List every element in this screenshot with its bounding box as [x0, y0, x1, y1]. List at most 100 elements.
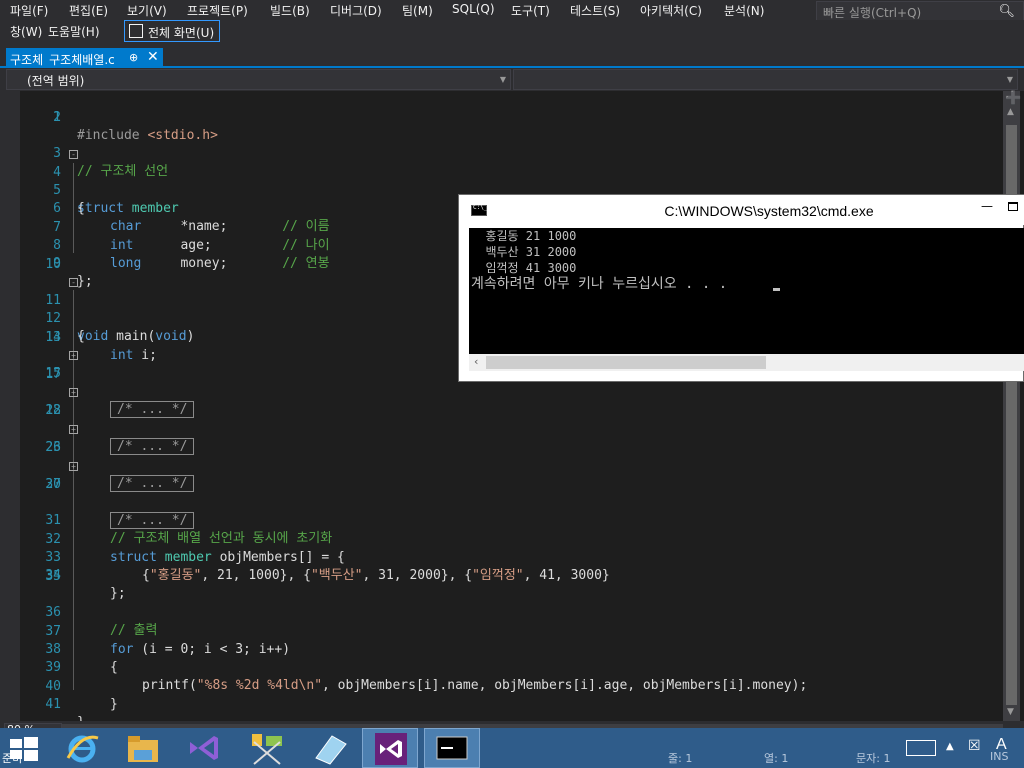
console-line: 홍길동 21 1000 [471, 229, 577, 243]
taskbar-visual-studio[interactable] [176, 728, 232, 768]
cmd-window-title: C:\WINDOWS\system32\cmd.exe [664, 203, 874, 219]
document-tab-strip: 구조체_구조체배열.c ⊕ ✕ ▼ [0, 42, 1024, 102]
code-line: 27 + /* ... */ [0, 458, 1000, 529]
scope-dropdown[interactable]: (전역 범위) ▼ [6, 69, 511, 90]
quick-launch-placeholder: 빠른 실행(Ctrl+Q) [823, 6, 922, 20]
line-number: 2 [53, 110, 61, 125]
collapse-icon[interactable]: - [69, 278, 78, 287]
taskbar-notepad[interactable] [302, 728, 358, 768]
line-number: 22 [45, 403, 61, 418]
split-icon[interactable]: ➕ [1005, 91, 1021, 106]
tab-active-document[interactable]: 구조체_구조체배열.c ⊕ ✕ [6, 48, 163, 68]
scope-label: (전역 범위) [27, 74, 85, 88]
menu-help[interactable]: 도움말(H) [48, 23, 100, 40]
menu-project[interactable]: 프로젝트(P) [187, 2, 248, 19]
taskbar-cmd-active[interactable] [424, 728, 480, 768]
code-line: 38 { [0, 623, 1000, 675]
vertical-scrollbar[interactable]: ➕ ▲ ▼ [1003, 91, 1021, 721]
console-line: 계속하려면 아무 키나 누르십시오 . . . [471, 276, 736, 292]
code-line: 40 } [0, 660, 1000, 712]
chevron-down-icon: ▼ [1006, 75, 1013, 84]
menu-file[interactable]: 파일(F) [10, 2, 48, 19]
menu-tools[interactable]: 도구(T) [511, 2, 550, 19]
taskbar-internet-explorer[interactable] [56, 728, 112, 768]
search-icon[interactable]: 🔍︎ [998, 4, 1015, 19]
tab-underline [0, 66, 1024, 68]
menu-bar-row2: 창(W) 도움말(H) 전체 화면(U) [0, 20, 1024, 42]
expand-icon[interactable]: + [69, 388, 78, 397]
internet-explorer-icon [66, 735, 99, 763]
start-button[interactable]: 준비 [0, 728, 56, 768]
taskbar-file-explorer[interactable] [114, 728, 170, 768]
line-number: 41 [45, 697, 61, 712]
code-line: 36 // 출력 [0, 586, 1000, 638]
navigation-bar: (전역 범위) ▼ ▼ [6, 69, 1018, 90]
console-line: 임꺽정 41 3000 [471, 261, 577, 275]
taskbar-visual-studio-active[interactable] [362, 728, 418, 768]
code-line: 2 [0, 109, 1000, 127]
chevron-down-icon[interactable]: ▼ [1007, 707, 1014, 717]
minimize-icon[interactable]: — [981, 199, 993, 213]
chevron-up-icon[interactable]: ▲ [946, 741, 954, 752]
file-explorer-icon [128, 736, 158, 762]
collapse-icon[interactable]: - [69, 150, 78, 159]
cmd-titlebar[interactable]: C:\_ C:\WINDOWS\system32\cmd.exe — [459, 195, 1024, 225]
menu-window[interactable]: 창(W) [10, 23, 42, 40]
line-number: 26 [45, 440, 61, 455]
menu-edit[interactable]: 편집(E) [69, 2, 108, 19]
fullscreen-button[interactable]: 전체 화면(U) [124, 20, 220, 42]
chevron-up-icon[interactable]: ▲ [1007, 107, 1014, 117]
ime-mode-icon[interactable]: A [996, 736, 1007, 754]
status-char: 문자: 1 [856, 752, 891, 765]
menu-test[interactable]: 테스트(S) [570, 2, 620, 19]
code-line: 4 - struct member [0, 146, 1000, 216]
menu-architecture[interactable]: 아키텍처(C) [640, 2, 702, 19]
menu-sql[interactable]: SQL(Q) [452, 2, 495, 16]
code-line: 33 {"홍길동", 21, 1000}, {"백두산", 31, 2000},… [0, 531, 1000, 583]
expand-icon[interactable]: + [69, 351, 78, 360]
keyboard-icon[interactable] [906, 740, 936, 756]
taskbar-network-tool[interactable] [240, 728, 296, 768]
menu-build[interactable]: 빌드(B) [270, 2, 310, 19]
network-tool-icon [252, 734, 282, 765]
menu-view[interactable]: 보기(V) [127, 2, 167, 19]
line-number: 35 [45, 569, 61, 584]
text-cursor [773, 288, 780, 291]
network-icon[interactable]: ☒ [968, 738, 981, 754]
member-dropdown[interactable]: ▼ [513, 69, 1018, 90]
expand-icon[interactable]: + [69, 462, 78, 471]
menu-bar: 파일(F) 편집(E) 보기(V) 프로젝트(P) 빌드(B) 디버그(D) 팀… [0, 0, 1024, 21]
quick-launch-input[interactable]: 빠른 실행(Ctrl+Q) 🔍︎ [816, 1, 1024, 21]
code-line: 23 + /* ... */ [0, 421, 1000, 492]
code-editor[interactable]: 1 #include <stdio.h> 2 3 // 구조체 선언 4 - s… [0, 91, 1024, 730]
fullscreen-label: 전체 화면(U) [148, 26, 215, 40]
notepad-icon [315, 735, 347, 765]
code-line: 41 } [0, 678, 1000, 730]
cmd-console-output[interactable]: 홍길동 21 1000 백두산 31 2000 임꺽정 41 3000 계속하려… [469, 228, 1024, 354]
line-number: 14 [45, 330, 61, 345]
code-line: 22 [0, 402, 1000, 420]
code-line: 39 printf("%8s %2d %4ld\n", objMembers[i… [0, 641, 1000, 693]
code-line: 32 struct member objMembers[] = { [0, 513, 1000, 565]
close-icon[interactable]: ✕ [147, 49, 159, 65]
menu-analyze[interactable]: 분석(N) [724, 2, 764, 19]
visual-studio-icon [375, 733, 407, 765]
code-line: 3 // 구조체 선언 [0, 127, 1000, 179]
chevron-down-icon: ▼ [499, 75, 506, 84]
status-column: 열: 1 [764, 752, 789, 765]
visual-studio-icon [190, 736, 218, 760]
maximize-icon[interactable] [1008, 202, 1018, 211]
expand-icon[interactable]: + [69, 425, 78, 434]
cmd-horizontal-scrollbar[interactable]: ‹ [469, 354, 1024, 371]
pin-icon[interactable]: ⊕ [129, 51, 138, 64]
code-line: 37 for (i = 0; i < 3; i++) [0, 605, 1000, 657]
fullscreen-icon [129, 24, 143, 38]
code-line: 34 }; [0, 549, 1000, 601]
menu-debug[interactable]: 디버그(D) [330, 2, 382, 19]
chevron-left-icon[interactable]: ‹ [474, 355, 478, 368]
line-number: 30 [45, 477, 61, 492]
status-ready: 준비 [2, 752, 23, 765]
scroll-thumb[interactable] [486, 356, 766, 369]
cmd-window[interactable]: C:\_ C:\WINDOWS\system32\cmd.exe — 홍길동 2… [458, 194, 1024, 382]
menu-team[interactable]: 팀(M) [402, 2, 433, 19]
